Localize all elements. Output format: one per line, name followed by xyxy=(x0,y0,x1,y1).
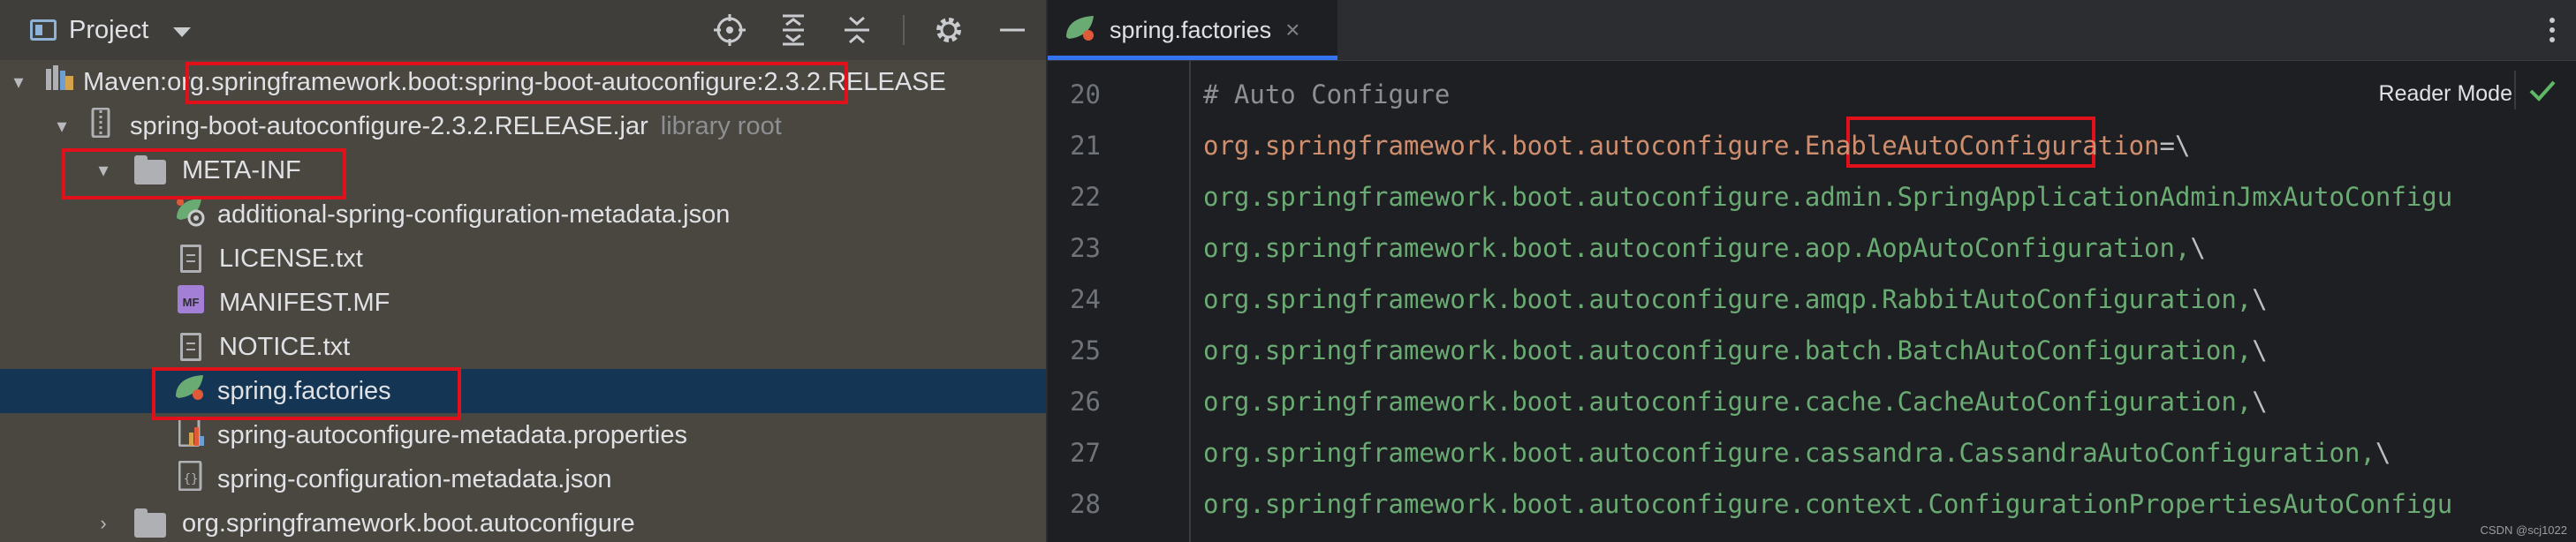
highlight-box-meta-inf xyxy=(62,148,346,199)
spring-json-icon xyxy=(173,195,207,234)
line-number: 20 xyxy=(1070,79,1101,109)
code-token: \ xyxy=(2252,284,2268,314)
expand-all-icon[interactable] xyxy=(776,12,811,48)
line-number: 28 xyxy=(1070,489,1101,519)
code-token: \ xyxy=(2190,233,2206,263)
tree-item-label: NOTICE.txt xyxy=(219,332,351,361)
spring-leaf-icon xyxy=(1064,12,1097,49)
tree-item-label: additional-spring-configuration-metadata… xyxy=(217,199,731,229)
code-line[interactable]: org.springframework.boot.autoconfigure.c… xyxy=(1203,387,2268,417)
reader-mode-button[interactable]: Reader Mode xyxy=(2379,81,2512,107)
code-token: # Auto Configure xyxy=(1203,79,1451,109)
maven-library-icon xyxy=(44,64,74,101)
text-file-icon xyxy=(180,245,201,273)
watermark: CSDN @scj1022 xyxy=(2480,523,2567,537)
code-token: org.springframework.boot.autoconfigure.a… xyxy=(1203,233,2191,263)
minimize-icon[interactable] xyxy=(995,12,1030,48)
tab-label: spring.factories xyxy=(1110,16,1272,43)
code-token: .EnableAutoConfiguration xyxy=(1789,131,2160,161)
reader-mode-divider xyxy=(2514,71,2516,109)
project-panel-header: Project xyxy=(0,0,1046,60)
library-root-hint: library root xyxy=(660,111,782,140)
code-line[interactable]: org.springframework.boot.autoconfigure.a… xyxy=(1203,182,2452,212)
tree-item-label: spring-boot-autoconfigure-2.3.2.RELEASE.… xyxy=(130,111,648,140)
code-token: org.springframework.boot.autoconfigure.a… xyxy=(1203,284,2253,314)
check-icon[interactable] xyxy=(2528,78,2557,104)
project-view-selector[interactable]: Project xyxy=(30,14,192,46)
tree-item-file[interactable]: MF MANIFEST.MF xyxy=(0,281,1046,325)
chevron-down-icon[interactable] xyxy=(173,26,192,37)
code-token: \ xyxy=(2252,335,2268,365)
code-line[interactable]: org.springframework.boot.autoconfigure.c… xyxy=(1203,438,2390,468)
locate-icon[interactable] xyxy=(712,12,747,48)
tab-spring-factories[interactable]: spring.factories × xyxy=(1048,0,1337,60)
code-token: org.springframework.boot.autoconfigure.c… xyxy=(1203,438,2375,468)
tree-item-package[interactable]: › org.springframework.boot.autoconfigure xyxy=(0,501,1046,542)
editor-panel: spring.factories × Reader Mode CSDN @scj… xyxy=(1048,0,2576,542)
code-line[interactable]: # Auto Configure xyxy=(1203,79,1450,109)
highlight-box-artifact xyxy=(186,62,848,104)
code-line[interactable]: org.springframework.boot.autoconfigure.a… xyxy=(1203,233,2206,263)
code-token: org.springframework.boot.autoconfigure.b… xyxy=(1203,335,2253,365)
line-number: 22 xyxy=(1070,182,1101,212)
tree-item-label: org.springframework.boot.autoconfigure xyxy=(182,508,635,538)
line-number: 27 xyxy=(1070,438,1101,468)
line-number: 21 xyxy=(1070,131,1101,161)
code-token: \ xyxy=(2252,387,2268,417)
close-icon[interactable]: × xyxy=(1285,16,1299,44)
tree-item-label: LICENSE.txt xyxy=(219,244,363,273)
chevron-right-icon[interactable]: › xyxy=(90,510,117,537)
tree-item-label: spring-configuration-metadata.json xyxy=(217,464,612,493)
chevron-down-icon[interactable]: ▾ xyxy=(5,69,32,95)
code-token: org.springframework.boot.autoconfigure.c… xyxy=(1203,387,2253,417)
code-token: org.springframework.boot.autoconfigure.c… xyxy=(1203,489,2453,519)
tree-item-label: MANIFEST.MF xyxy=(219,288,390,317)
svg-text:MF: MF xyxy=(183,296,200,309)
project-panel: Project ▾ Maven: org.springframework.boo… xyxy=(0,0,1046,542)
code-token: =\ xyxy=(2159,131,2191,161)
project-title: Project xyxy=(69,15,149,44)
code-line[interactable]: org.springframework.boot.autoconfigure.a… xyxy=(1203,284,2268,314)
tree-item-prefix: Maven: xyxy=(83,67,168,96)
line-number: 24 xyxy=(1070,284,1101,314)
line-number: 23 xyxy=(1070,233,1101,263)
chevron-down-icon[interactable]: ▾ xyxy=(49,113,75,139)
line-number: 25 xyxy=(1070,335,1101,365)
code-token: org.springframework.boot.autoconfigure xyxy=(1203,131,1790,161)
properties-icon xyxy=(178,416,205,454)
jar-icon xyxy=(91,107,110,145)
folder-icon xyxy=(134,508,166,538)
editor-tab-bar: spring.factories × xyxy=(1048,0,2576,61)
code-line[interactable]: org.springframework.boot.autoconfigure.E… xyxy=(1203,131,2190,161)
code-line[interactable]: org.springframework.boot.autoconfigure.c… xyxy=(1203,489,2452,519)
json-icon: {} xyxy=(178,460,205,498)
collapse-all-icon[interactable] xyxy=(839,12,875,48)
text-file-icon xyxy=(180,333,201,361)
tree-item-label: spring-autoconfigure-metadata.properties xyxy=(217,420,687,449)
svg-text:{}: {} xyxy=(184,472,199,486)
project-window-icon xyxy=(30,19,57,41)
manifest-icon: MF xyxy=(177,284,205,321)
tree-item-file[interactable]: NOTICE.txt xyxy=(0,325,1046,369)
gear-icon[interactable] xyxy=(931,12,966,48)
code-token: org.springframework.boot.autoconfigure.a… xyxy=(1203,182,2453,212)
tree-item-file[interactable]: {} spring-configuration-metadata.json xyxy=(0,457,1046,501)
more-options-icon[interactable] xyxy=(2549,18,2557,44)
header-divider xyxy=(903,15,905,45)
code-line[interactable]: org.springframework.boot.autoconfigure.b… xyxy=(1203,335,2268,365)
code-token: \ xyxy=(2375,438,2391,468)
tree-item-file[interactable]: LICENSE.txt xyxy=(0,237,1046,281)
tree-item-jar[interactable]: ▾ spring-boot-autoconfigure-2.3.2.RELEAS… xyxy=(0,104,1046,148)
line-number: 26 xyxy=(1070,387,1101,417)
highlight-box-spring-factories xyxy=(152,367,461,420)
